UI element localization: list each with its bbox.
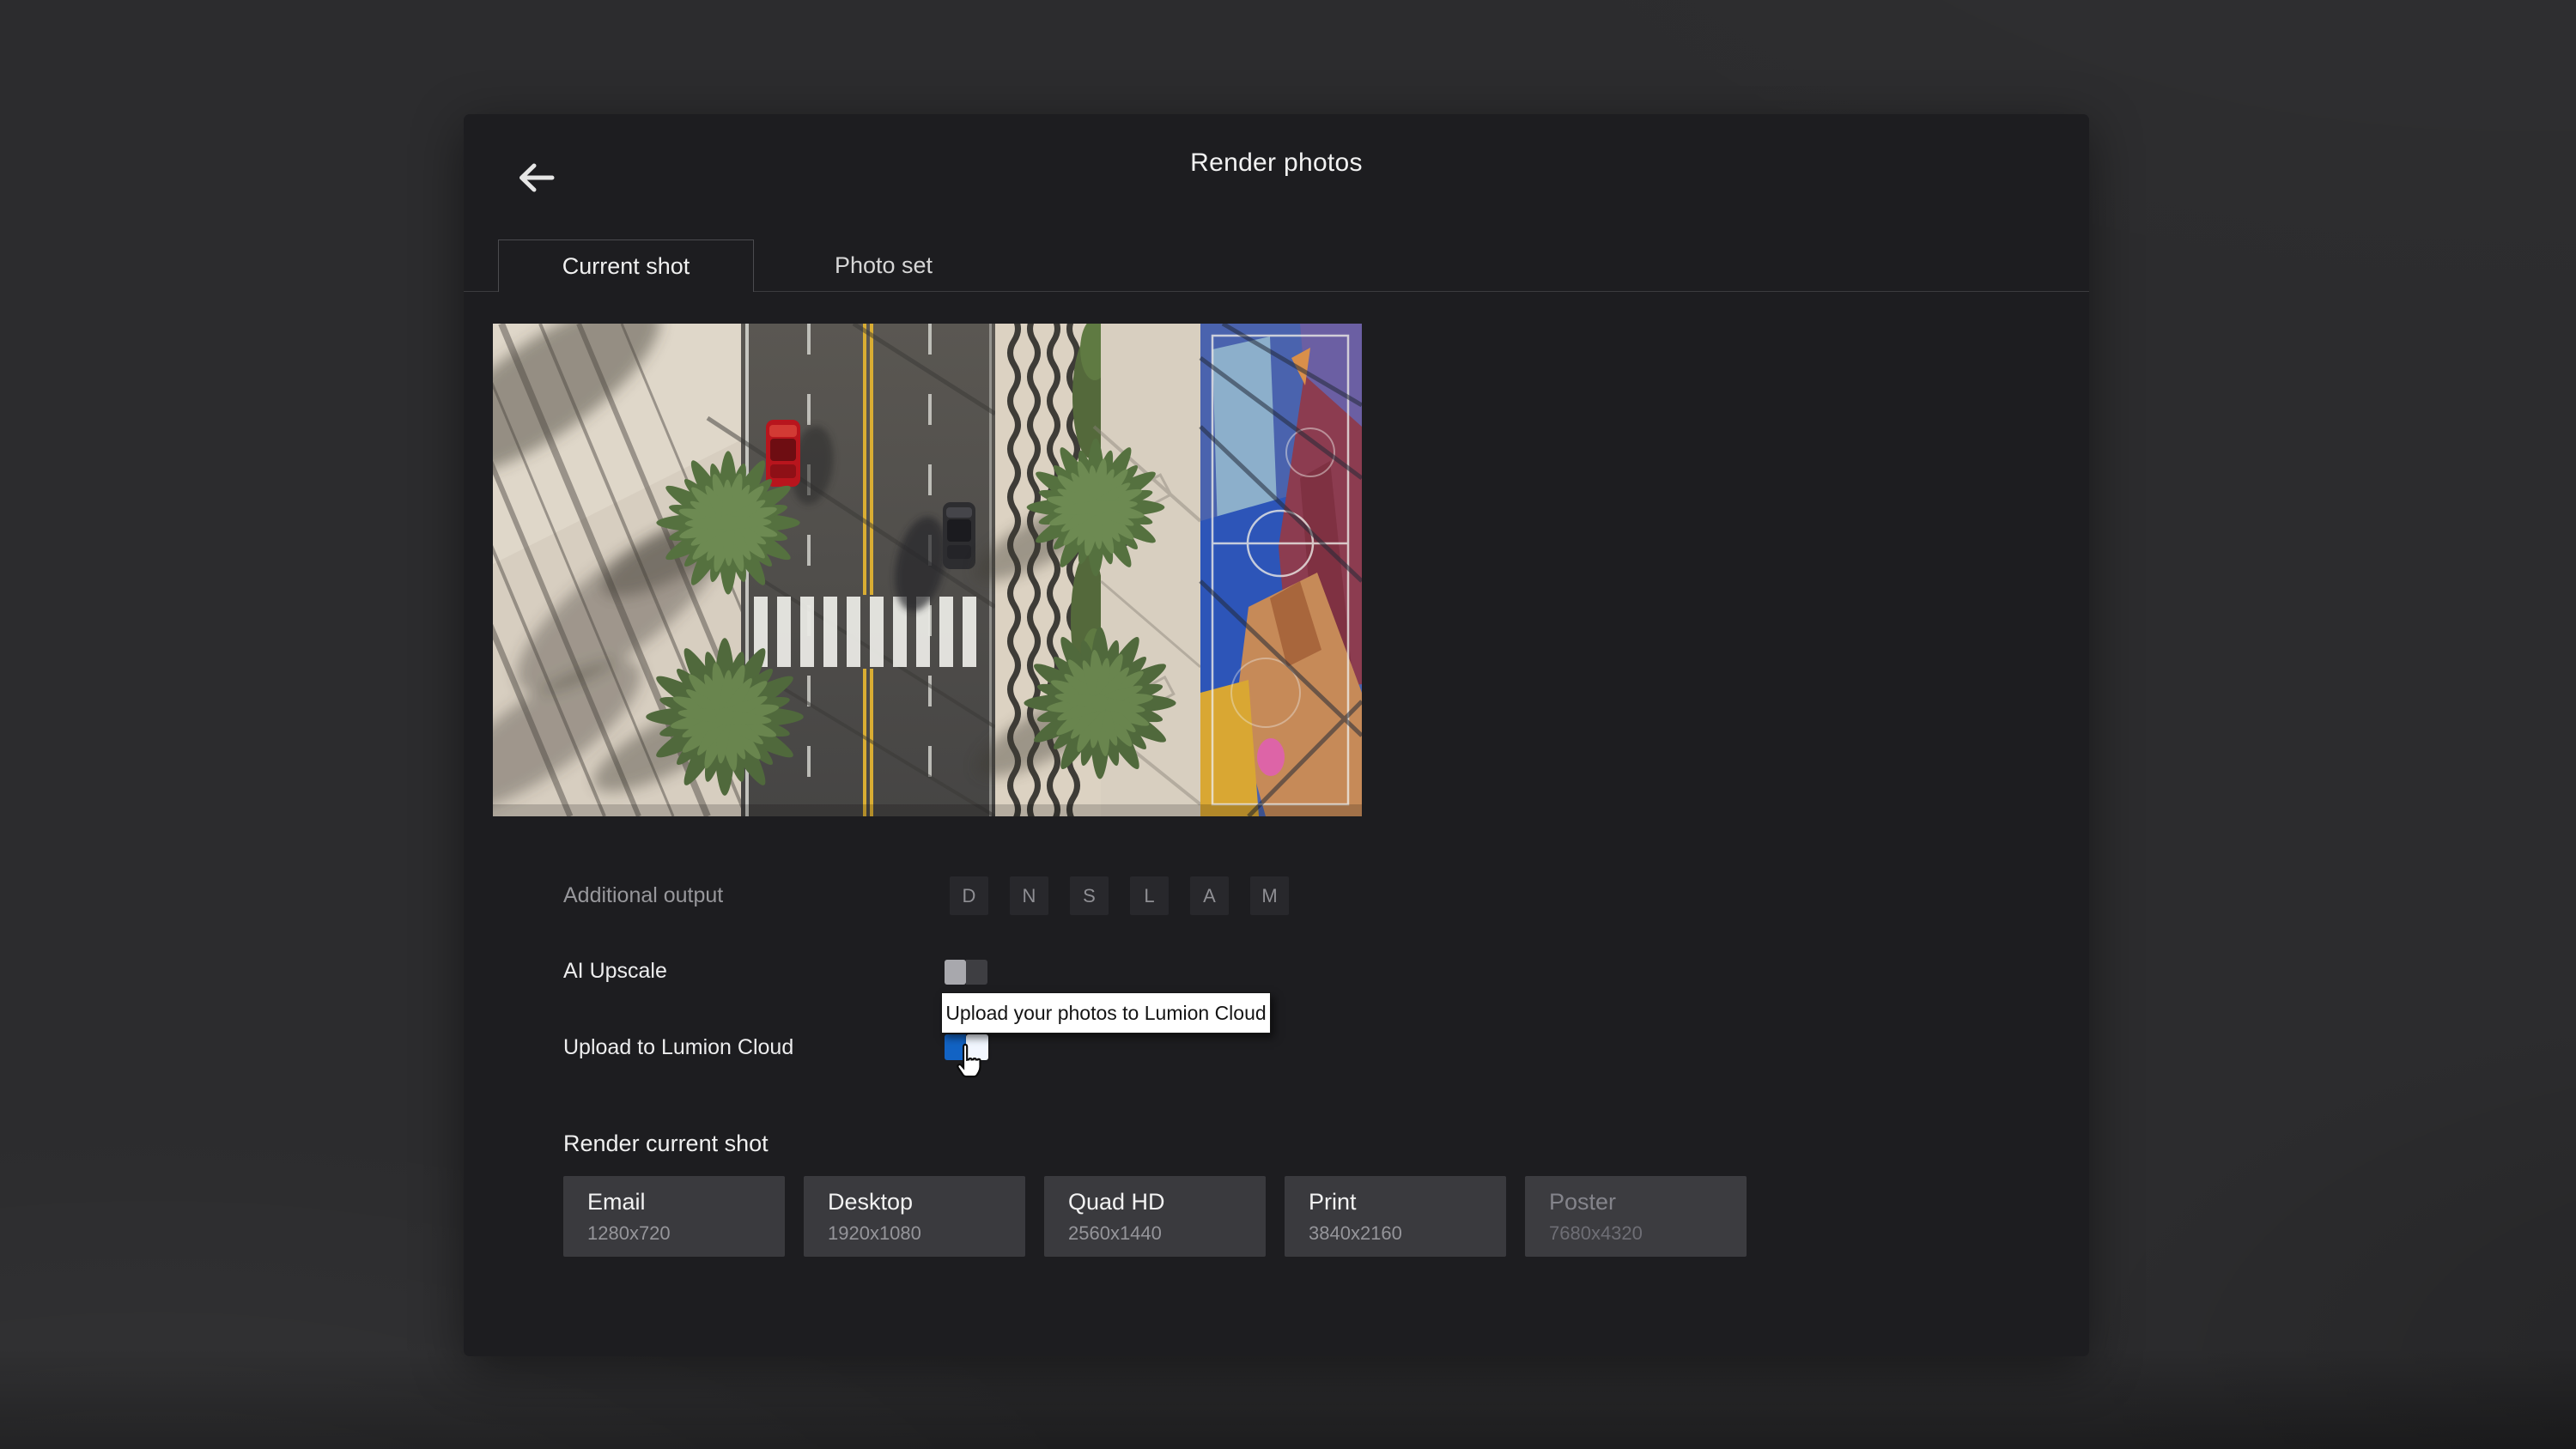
tab-bar: Current shot Photo set [464, 239, 2089, 292]
size-resolution: 2560x1440 [1068, 1222, 1266, 1245]
render-preview-image [493, 324, 1362, 816]
upload-cloud-label: Upload to Lumion Cloud [563, 1035, 793, 1060]
toggle-knob [966, 1034, 988, 1060]
black-car [943, 502, 975, 569]
output-option-l[interactable]: L [1130, 876, 1169, 915]
ai-upscale-label: AI Upscale [563, 959, 667, 984]
output-option-d[interactable]: D [950, 876, 988, 915]
size-name: Quad HD [1068, 1189, 1266, 1216]
render-size-desktop[interactable]: Desktop 1920x1080 [804, 1176, 1025, 1257]
render-size-quad-hd[interactable]: Quad HD 2560x1440 [1044, 1176, 1266, 1257]
toggle-knob [945, 960, 966, 985]
size-name: Poster [1549, 1189, 1747, 1216]
render-size-print[interactable]: Print 3840x2160 [1285, 1176, 1506, 1257]
size-name: Desktop [828, 1189, 1025, 1216]
aerial-street-scene [493, 324, 1362, 816]
red-car [766, 420, 800, 487]
output-option-n[interactable]: N [1010, 876, 1048, 915]
render-size-buttons: Email 1280x720 Desktop 1920x1080 Quad HD… [563, 1176, 1747, 1257]
upload-cloud-toggle[interactable] [945, 1034, 988, 1060]
toggle-track [966, 960, 987, 985]
dialog-title: Render photos [464, 149, 2089, 178]
render-size-email[interactable]: Email 1280x720 [563, 1176, 785, 1257]
tab-current-shot[interactable]: Current shot [498, 239, 754, 292]
ground-mural [1200, 324, 1362, 816]
size-name: Email [587, 1189, 785, 1216]
toggle-track [945, 1034, 966, 1060]
render-size-poster: Poster 7680x4320 [1525, 1176, 1747, 1257]
tab-photo-set[interactable]: Photo set [755, 239, 1012, 291]
cloud-upload-tooltip: Upload your photos to Lumion Cloud [941, 992, 1271, 1034]
render-current-shot-heading: Render current shot [563, 1131, 769, 1157]
render-photos-dialog: Render photos Current shot Photo set [464, 114, 2089, 1356]
additional-output-options: D N S L A M [950, 876, 1289, 915]
size-resolution: 7680x4320 [1549, 1222, 1747, 1245]
ai-upscale-toggle[interactable] [945, 960, 987, 985]
size-name: Print [1309, 1189, 1506, 1216]
output-option-m[interactable]: M [1250, 876, 1289, 915]
size-resolution: 1280x720 [587, 1222, 785, 1245]
additional-output-label: Additional output [563, 883, 723, 908]
output-option-s[interactable]: S [1070, 876, 1109, 915]
output-option-a[interactable]: A [1190, 876, 1229, 915]
size-resolution: 3840x2160 [1309, 1222, 1506, 1245]
size-resolution: 1920x1080 [828, 1222, 1025, 1245]
